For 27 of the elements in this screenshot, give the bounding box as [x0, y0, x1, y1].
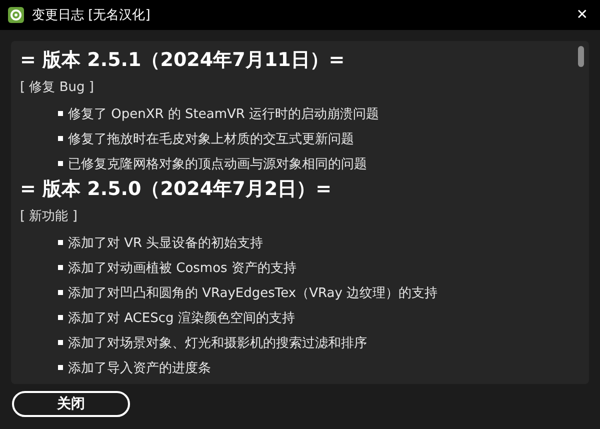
changelog-item: 添加了对 ACEScg 渲染颜色空间的支持	[68, 310, 295, 326]
changelog-item: 添加了对场景对象、灯光和摄影机的搜索过滤和排序	[68, 334, 367, 352]
version-heading: = 版本 2.5.1（2024年7月11日）=	[20, 48, 346, 73]
app-logo-icon	[8, 7, 24, 23]
window-title: 变更日志 [无名汉化]	[32, 7, 152, 24]
changelog-item: 添加了导入资产的进度条	[68, 360, 211, 376]
bullet-icon	[58, 111, 63, 116]
bullet-icon	[58, 136, 63, 141]
bullet-icon	[58, 240, 63, 245]
bullet-icon	[58, 365, 63, 370]
changelog-item: 修复了拖放时在毛皮对象上材质的交互式更新问题	[68, 130, 354, 148]
changelog-item: 添加了对凹凸和圆角的 VRayEdgesTex（VRay 边纹理）的支持	[68, 284, 438, 302]
category-label: [ 修复 Bug ]	[20, 79, 94, 97]
bullet-icon	[58, 290, 63, 295]
changelog-item: 添加了对 VR 头显设备的初始支持	[68, 234, 264, 252]
scrollbar-thumb[interactable]	[578, 46, 584, 67]
close-button[interactable]: ✕	[572, 7, 592, 23]
bullet-icon	[58, 161, 63, 166]
version-heading: = 版本 2.5.0（2024年7月2日）=	[20, 177, 332, 202]
bullet-icon	[58, 315, 63, 320]
close-button[interactable]: 关闭	[12, 391, 130, 417]
changelog-item: 已修复克隆网格对象的顶点动画与源对象相同的问题	[68, 156, 367, 172]
changelog-item: 修复了 OpenXR 的 SteamVR 运行时的启动崩溃问题	[68, 106, 380, 122]
category-label: [ 新功能 ]	[20, 208, 78, 226]
bullet-icon	[58, 340, 63, 345]
changelog-item: 添加了对动画植被 Cosmos 资产的支持	[68, 260, 296, 276]
bullet-icon	[58, 265, 63, 270]
